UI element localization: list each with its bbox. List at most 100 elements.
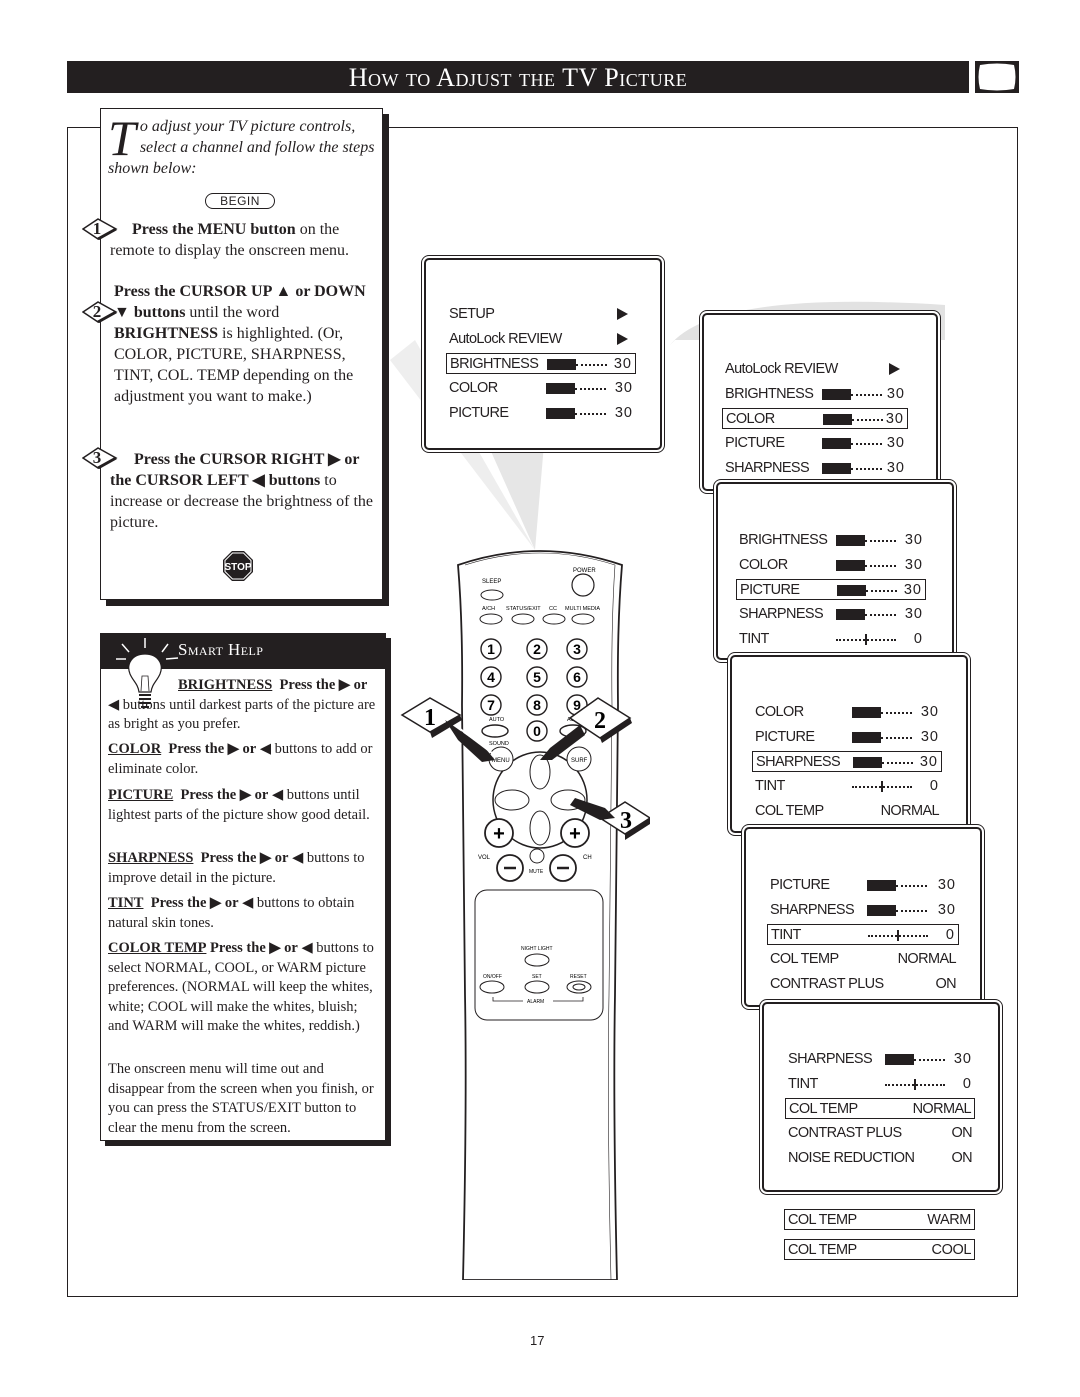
page-number: 17: [530, 1333, 545, 1348]
menu-row-sharpness: SHARPNESS 30: [752, 751, 942, 773]
menu-row-value: 30: [904, 532, 923, 548]
level-bar-fill: [867, 880, 896, 891]
tint-center-marker: [914, 1078, 916, 1090]
help-item-brightness: BRIGHTNESS Press the ▶ or ◀ buttons unti…: [108, 677, 376, 732]
menu-row-label: TINT: [739, 630, 769, 647]
digit-6-label: 6: [573, 669, 581, 685]
menu-row-picture: PICTURE 30: [446, 403, 636, 424]
menu-row-value: NORMAL: [897, 951, 957, 968]
mute-button[interactable]: [529, 848, 545, 864]
level-bar: [822, 388, 882, 400]
menu-row-value: 30: [903, 582, 922, 599]
menu-row-value: 30: [904, 606, 923, 623]
callout-3: 3: [570, 798, 650, 840]
cc-button[interactable]: [542, 613, 566, 625]
level-bar: [823, 414, 883, 426]
level-bar-fill: [885, 1054, 914, 1065]
menu-row-label: COL TEMP: [789, 1101, 858, 1118]
level-bar: [822, 438, 882, 450]
begin-badge: BEGIN: [205, 193, 275, 209]
menu-row-value: 30: [937, 877, 956, 893]
level-bar: [836, 609, 896, 621]
menu-row-value: 0: [945, 927, 955, 944]
level-bar: [852, 731, 912, 743]
help-item-picture: PICTURE Press the ▶ or ◀ buttons until l…: [108, 787, 370, 823]
power-button[interactable]: [571, 573, 595, 597]
level-bar: [852, 707, 912, 718]
menu-row-value: 30: [886, 459, 905, 476]
tint-balance-bar: [852, 781, 912, 793]
level-bar-track: [575, 364, 607, 367]
menu-row-value: ON: [951, 1125, 972, 1142]
callout-2: 2: [540, 697, 632, 760]
menu-row-sharpness: SHARPNESS 30: [736, 604, 926, 625]
level-bar-track: [574, 388, 606, 391]
callout-1-label: 1: [424, 705, 436, 731]
menu-row-value: 30: [613, 356, 632, 373]
alarm-set-button[interactable]: [524, 980, 550, 994]
menu-row-col-temp: COL TEMP NORMAL: [767, 949, 959, 970]
menu-row-label: SHARPNESS: [788, 1051, 873, 1067]
menu-row-color: COLOR 30: [752, 702, 942, 723]
level-bar-track: [574, 412, 606, 415]
status-exit-button[interactable]: [511, 613, 535, 625]
sleep-button[interactable]: [480, 589, 504, 601]
tint-balance-bar: [885, 1078, 945, 1090]
callout-graphics: 1 2 3: [400, 697, 650, 840]
menu-row-label: COLOR: [739, 556, 788, 573]
alarm-label: ALARM: [527, 999, 544, 1005]
alarm-reset-button[interactable]: [566, 980, 592, 994]
col-temp-option-warm: COL TEMP WARM: [784, 1209, 975, 1230]
menu-row-col-temp: COL TEMP NORMAL: [752, 801, 942, 822]
menu-row-autolock-review: AutoLock REVIEW: [446, 329, 636, 350]
night-light-button[interactable]: [524, 953, 550, 967]
page-title: How to Adjust the TV Picture: [67, 61, 969, 93]
level-bar-fill: [836, 609, 865, 621]
digit-3-label: 3: [573, 641, 581, 657]
menu-row-col-temp: COL TEMP NORMAL: [785, 1098, 975, 1120]
menu-row-value: 30: [885, 411, 904, 428]
remote-control: POWER SLEEP A/CH STATUS/EXIT CC MULTI ME…: [457, 550, 623, 1280]
menu-row-contrast-plus: CONTRAST PLUS ON: [785, 1123, 975, 1144]
menu-row-picture: PICTURE 30: [736, 579, 926, 601]
submenu-arrow-icon: [617, 332, 628, 345]
menu-row-label: NOISE REDUCTION: [788, 1149, 915, 1166]
level-bar-track: [864, 614, 896, 617]
step-1-text: Press the MENU button on the remote to d…: [110, 221, 350, 259]
help-item-sharpness: SHARPNESS Press the ▶ or ◀ buttons to im…: [108, 850, 365, 886]
level-bar-fill: [546, 407, 575, 419]
level-bar: [546, 383, 606, 395]
menu-row-value: 30: [904, 556, 923, 573]
level-bar-fill: [822, 462, 851, 474]
menu-row-contrast-plus: CONTRAST PLUS ON: [767, 974, 959, 995]
reset-label: RESET: [570, 974, 587, 980]
multimedia-button[interactable]: [571, 613, 595, 625]
menu-row-label: PICTURE: [755, 728, 815, 745]
level-bar: [836, 535, 896, 546]
level-bar-track: [865, 590, 897, 593]
menu-row-label: BRIGHTNESS: [739, 532, 828, 548]
menu-row-value: 30: [919, 754, 938, 771]
menu-row-label: AutoLock REVIEW: [449, 330, 562, 347]
tint-balance-bar: [836, 633, 896, 645]
level-bar: [867, 904, 927, 916]
level-bar: [837, 585, 897, 597]
level-bar-fill: [837, 585, 866, 597]
level-bar-fill: [836, 535, 865, 546]
digit-5-label: 5: [533, 669, 541, 685]
vol-label: VOL: [478, 855, 491, 861]
menu-row-label: COLOR: [726, 411, 775, 428]
level-bar-fill: [853, 757, 882, 769]
help-item-color: COLOR Press the ▶ or ◀ buttons to add or…: [108, 741, 373, 777]
level-bar: [546, 407, 606, 419]
step-2-text: Press the CURSOR UP ▲ or DOWN ▼ buttons …: [114, 283, 366, 405]
callout-3-label: 3: [620, 808, 632, 834]
level-bar-track: [850, 393, 882, 396]
menu-row-brightness: BRIGHTNESS 30: [722, 384, 908, 405]
ach-button[interactable]: [479, 613, 503, 625]
intro-dropcap: T: [108, 110, 136, 166]
menu-row-value: 30: [937, 901, 956, 918]
menu-row-value: 30: [953, 1051, 972, 1067]
tint-balance-bar: [868, 930, 928, 942]
alarm-on-off-button[interactable]: [479, 980, 505, 994]
